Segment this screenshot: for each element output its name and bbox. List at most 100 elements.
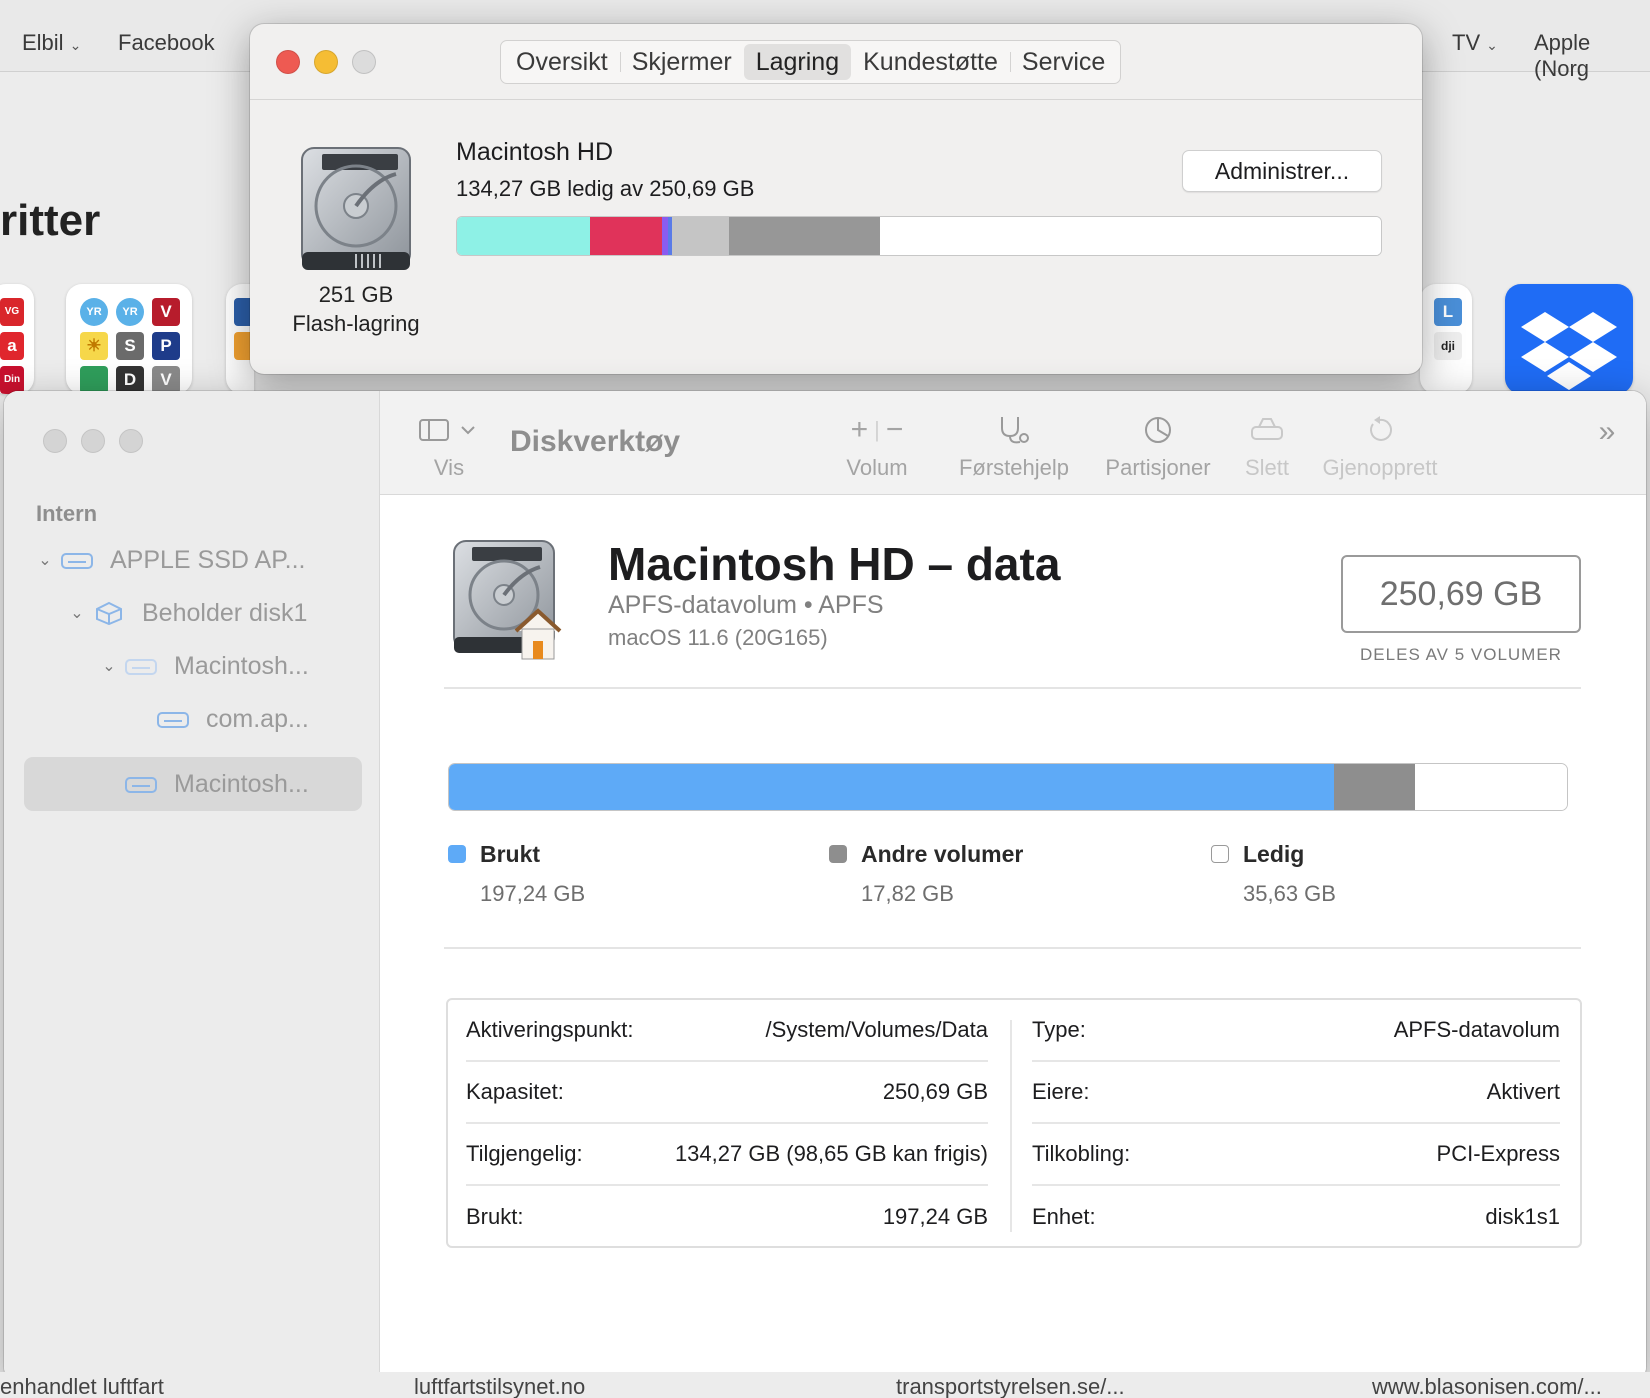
dropbox-icon: [1521, 312, 1617, 390]
divider: [444, 687, 1581, 689]
favorite-folder-3[interactable]: L dji: [1420, 284, 1472, 394]
storage-segment: [590, 217, 663, 255]
info-column-right: Type: APFS-datavolum Eiere: Aktivert Tilko…: [1032, 1000, 1560, 1246]
volume-name: Macintosh HD: [456, 138, 613, 166]
volume-title: Macintosh HD – data: [608, 538, 1061, 590]
volume-os-version: macOS 11.6 (20G165): [608, 625, 828, 650]
volume-capacity: 250,69 GB: [1341, 555, 1581, 633]
info-row: Type: APFS-datavolum: [1032, 1000, 1560, 1062]
erase-drive-icon: [1251, 418, 1283, 440]
favorite-tile-vg[interactable]: VG a Din: [0, 284, 34, 394]
info-row: Brukt: 197,24 GB: [466, 1204, 988, 1229]
sidebar-item-macintosh-hd-data[interactable]: Macintosh...: [124, 758, 309, 810]
partition-button[interactable]: Partisjoner: [1100, 413, 1216, 481]
about-tab-bar: Oversikt Skjermer Lagring Kundestøtte Se…: [500, 40, 1122, 84]
divider: [444, 947, 1581, 949]
volume-button[interactable]: + | − Volum: [840, 413, 914, 481]
first-aid-button[interactable]: Førstehjelp: [954, 413, 1074, 481]
toolbar-overflow-button[interactable]: »: [1592, 415, 1622, 449]
minimize-button[interactable]: [81, 429, 105, 453]
home-drive-icon: [453, 540, 562, 660]
window-controls: [276, 50, 376, 74]
plus-icon: +: [850, 413, 869, 446]
storage-segment: [728, 217, 881, 255]
sidebar-item-label: APPLE SSD AP...: [110, 545, 306, 574]
usage-segment: [449, 764, 1335, 810]
background-favorite-labels: enhandlet luftfart luftfartstilsynet.no …: [0, 1372, 1650, 1398]
favorite-folder-1[interactable]: YR YR V ☀ S P D V: [66, 284, 192, 394]
info-row: Eiere: Aktivert: [1032, 1062, 1560, 1124]
free-swatch: [1211, 845, 1229, 863]
double-chevron-right-icon: »: [1598, 415, 1616, 448]
chevron-down-icon: ⌄: [1486, 37, 1498, 53]
about-this-mac-window: Oversikt Skjermer Lagring Kundestøtte Se…: [250, 24, 1422, 374]
manage-storage-button[interactable]: Administrer...: [1182, 150, 1382, 192]
tab-storage[interactable]: Lagring: [743, 44, 852, 80]
hard-drive-icon: [301, 147, 411, 270]
tab-support[interactable]: Kundestøtte: [851, 44, 1010, 80]
minus-icon: −: [885, 413, 904, 446]
volume-icon: [157, 712, 189, 728]
tab-service[interactable]: Service: [1009, 44, 1117, 80]
sidebar-item-label: com.ap...: [206, 704, 309, 733]
close-button[interactable]: [43, 429, 67, 453]
zoom-button[interactable]: [352, 50, 376, 74]
restore-button[interactable]: Gjenopprett: [1318, 413, 1442, 481]
storage-capacity-caption: 251 GB Flash-lagring: [292, 282, 420, 336]
erase-button[interactable]: Slett: [1242, 413, 1292, 481]
dropbox-favorite[interactable]: [1505, 284, 1633, 394]
volume-icon: [125, 777, 157, 793]
bookmark-tv[interactable]: TV ⌄: [1452, 30, 1498, 56]
other-volumes-swatch: [829, 845, 847, 863]
volume-icon: [125, 659, 157, 675]
zoom-button[interactable]: [119, 429, 143, 453]
window-controls: [43, 429, 143, 453]
sidebar-item-label: Beholder disk1: [142, 598, 308, 627]
usage-segment: [1414, 764, 1567, 810]
sidebar-item-snapshot[interactable]: com.ap...: [156, 693, 309, 745]
chevron-down-icon[interactable]: ⌄: [94, 656, 124, 676]
tab-overview[interactable]: Oversikt: [504, 44, 620, 80]
column-divider: [1010, 1020, 1012, 1232]
chevron-down-icon: ⌄: [69, 37, 82, 53]
favorites-section-title: ritter: [0, 196, 101, 245]
bookmark-elbil[interactable]: Elbil ⌄: [22, 30, 81, 56]
restore-arrow-icon: [1370, 416, 1392, 441]
window-title: Diskverktøy: [510, 425, 681, 458]
stethoscope-icon: [1001, 417, 1029, 444]
sidebar-toggle-icon: [419, 419, 475, 441]
sidebar-item-apple-ssd[interactable]: ⌄ APPLE SSD AP...: [30, 534, 305, 586]
chevron-down-icon[interactable]: ⌄: [62, 603, 92, 623]
storage-segment: [880, 217, 1381, 255]
info-row: Tilgjengelig: 134,27 GB (98,65 GB kan fri…: [466, 1124, 988, 1186]
volume-info-table: Aktiveringspunkt:/System/Volumes/Data Ka…: [446, 998, 1582, 1248]
info-column-left: Aktiveringspunkt:/System/Volumes/Data Ka…: [466, 1000, 988, 1246]
view-button[interactable]: Vis: [418, 413, 480, 481]
storage-segment: [457, 217, 591, 255]
info-row: Aktiveringspunkt:/System/Volumes/Data: [466, 1000, 988, 1062]
volume-free-space: 134,27 GB ledig av 250,69 GB: [456, 176, 755, 201]
storage-segment: [672, 217, 729, 255]
storage-usage-bar: [456, 216, 1382, 256]
bookmark-facebook[interactable]: Facebook: [118, 30, 215, 56]
sidebar-section-internal: Intern: [36, 501, 98, 526]
volume-type: APFS-datavolum • APFS: [608, 591, 884, 619]
sidebar: Intern ⌄ APPLE SSD AP... ⌄ Beholder disk…: [4, 391, 380, 1381]
container-icon: [96, 601, 122, 625]
minimize-button[interactable]: [314, 50, 338, 74]
bookmark-apple[interactable]: Apple (Norg: [1534, 30, 1650, 82]
sidebar-item-macintosh-hd[interactable]: ⌄ Macintosh...: [94, 640, 309, 692]
disk-utility-window: Intern ⌄ APPLE SSD AP... ⌄ Beholder disk…: [4, 391, 1646, 1381]
volume-usage-bar: [448, 763, 1568, 811]
sidebar-item-label: Macintosh...: [174, 769, 309, 798]
sidebar-item-label: Macintosh...: [174, 651, 309, 680]
shared-volumes-note: DELES AV 5 VOLUMER: [1360, 645, 1562, 664]
chevron-down-icon[interactable]: ⌄: [30, 550, 60, 570]
tab-displays[interactable]: Skjermer: [619, 44, 744, 80]
close-button[interactable]: [276, 50, 300, 74]
sidebar-item-container[interactable]: ⌄ Beholder disk1: [62, 587, 307, 639]
about-titlebar: Oversikt Skjermer Lagring Kundestøtte Se…: [250, 24, 1422, 100]
used-swatch: [448, 845, 466, 863]
internal-drive-icon: [61, 553, 93, 569]
volume-detail-pane: Macintosh HD – data APFS-datavolum • APF…: [380, 495, 1646, 1381]
